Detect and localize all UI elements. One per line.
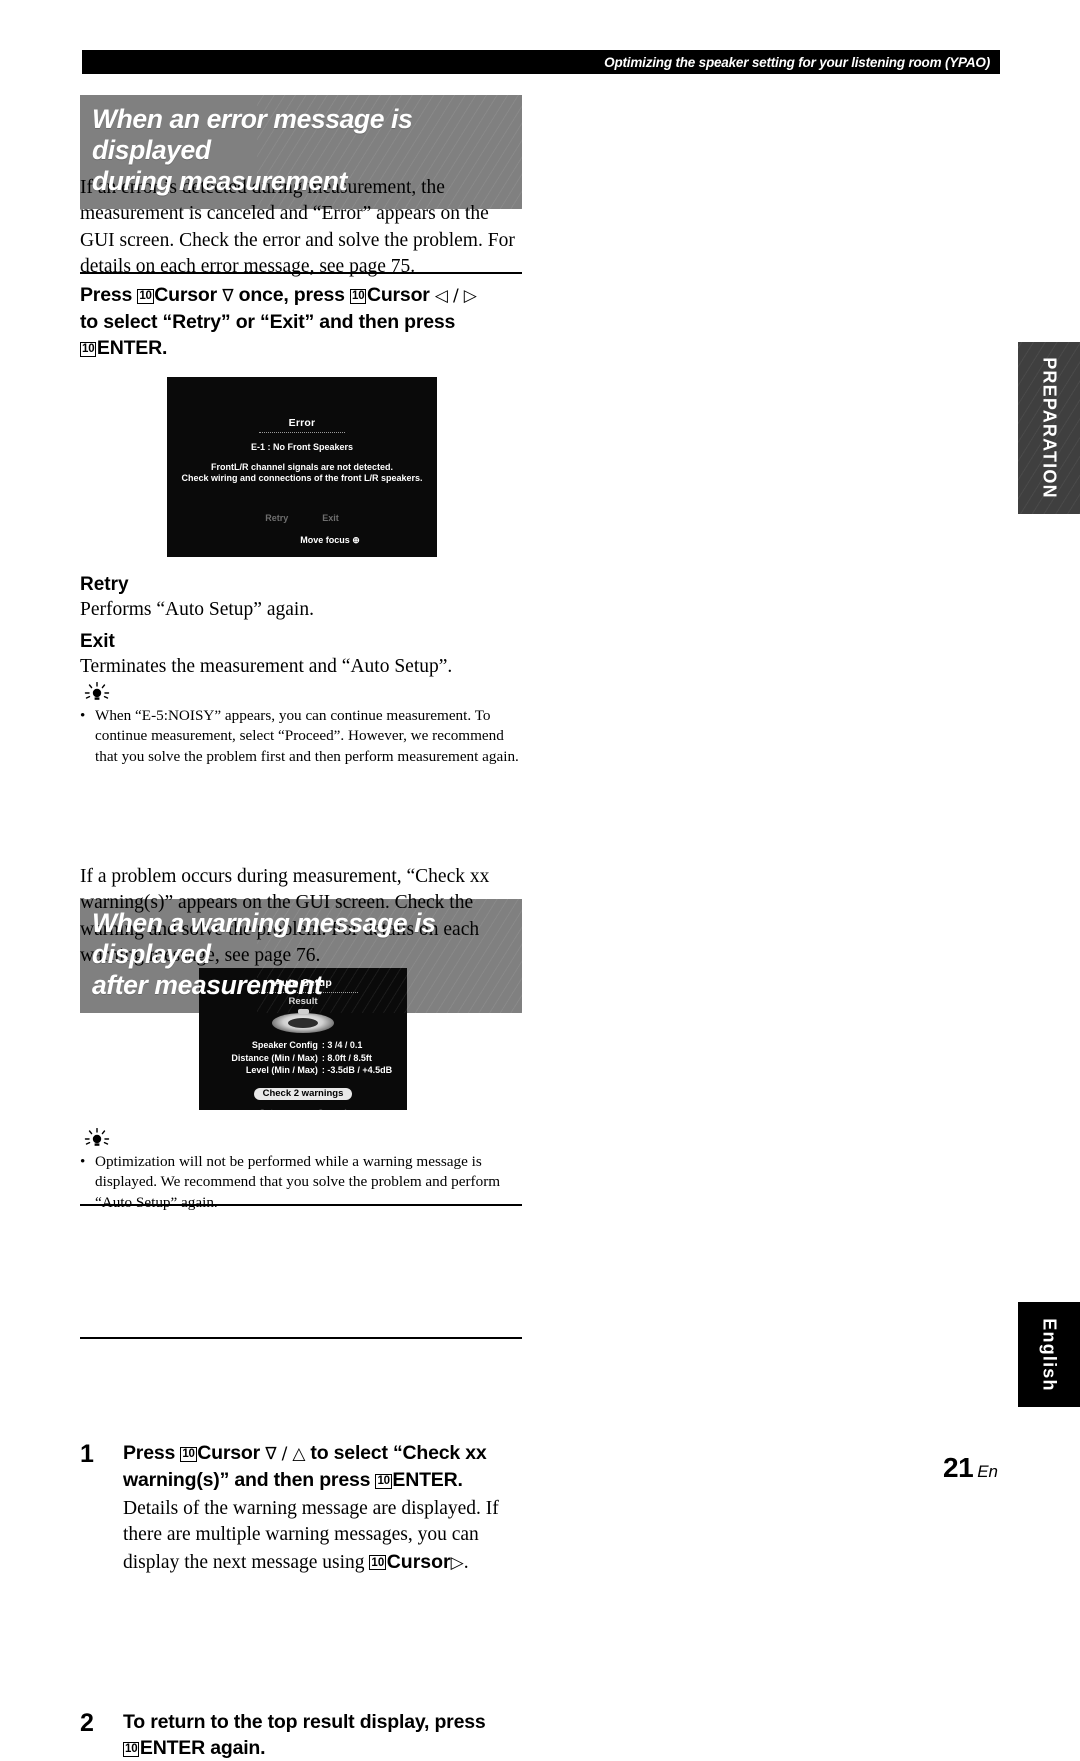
speaker-top-shape <box>298 1009 309 1014</box>
step-1-number: 1 <box>80 1440 94 1468</box>
speaker-inner-shape <box>288 1018 318 1028</box>
table-row: Speaker Config: 3 /4 / 0.1 <box>214 1039 392 1052</box>
table-row: Distance (Min / Max): 8.0ft / 8.5ft <box>214 1052 392 1065</box>
section1-instruction: Press 10 Cursor ∇ once, press 10 Cursor ◁ … <box>80 282 522 361</box>
instruction-text-select: to select “Retry” or “Exit” and then pre… <box>80 311 456 333</box>
row-label: Level (Min / Max) <box>245 1065 318 1075</box>
step-1-description: Details of the warning message are displ… <box>123 1493 522 1576</box>
page-footer: 21 En <box>943 1452 998 1484</box>
row-label: Speaker Config <box>251 1040 318 1050</box>
enter-key-label: ENTER <box>392 1469 458 1491</box>
step-2-instruction: To return to the top result display, pre… <box>123 1709 522 1761</box>
gui-option-retry[interactable]: Retry <box>265 513 288 523</box>
slash-separator: / <box>447 286 464 306</box>
divider-rule-3 <box>80 1337 522 1339</box>
section1-banner-line2: during measurement <box>92 166 347 196</box>
enter-key-label: ENTER <box>139 1737 205 1760</box>
running-header-bar: Optimizing the speaker setting for your … <box>82 50 1000 74</box>
key-badge-10: 10 <box>375 1473 392 1489</box>
step-1-instruction: Press 10 Cursor ∇ / △ to select “Check xx… <box>123 1440 522 1493</box>
row-value: : -3.5dB / +4.5dB <box>321 1065 393 1075</box>
gui-screenshot-error: Error E-1 : No Front Speakers FrontL/R c… <box>167 377 437 557</box>
cursor-key-label: Cursor <box>386 1550 451 1573</box>
cursor-left-icon: ◁ <box>434 286 448 306</box>
gui-option-cancel[interactable]: Cancel <box>317 1108 347 1110</box>
divider-rule-2 <box>80 1204 522 1206</box>
key-badge-10: 10 <box>180 1446 197 1462</box>
step2-text-return: To return to the top result display, pre… <box>123 1711 486 1734</box>
step-2: 2 To return to the top result display, p… <box>80 1709 522 1761</box>
step-2-number: 2 <box>80 1709 94 1738</box>
key-badge-10: 10 <box>123 1741 140 1757</box>
instruction-text-press: Press <box>80 284 138 306</box>
side-tab-preparation-label: PREPARATION <box>1039 357 1060 499</box>
gui-title-underline <box>259 432 345 433</box>
section2-banner-line1: When a warning message is displayed <box>92 908 436 969</box>
page-number: 21 <box>943 1452 974 1483</box>
gui-error-title: Error <box>288 417 316 429</box>
retry-heading: Retry <box>80 574 129 595</box>
cursor-key-label: Cursor <box>366 284 430 306</box>
gui-error-code: E-1 : No Front Speakers <box>250 442 354 452</box>
row-value: : 8.0ft / 8.5ft <box>321 1052 372 1063</box>
step1-desc-period: . <box>463 1551 469 1573</box>
enter-key-label: ENTER <box>96 337 162 359</box>
cursor-down-icon: ∇ <box>222 286 234 306</box>
cursor-key-label: Cursor <box>197 1442 260 1464</box>
page-language-mark: En <box>977 1462 998 1481</box>
bullet-marker: • <box>80 707 86 724</box>
gui-error-detail-1: FrontL/R channel signals are not detecte… <box>210 461 394 472</box>
exit-description: Terminates the measurement and “Auto Set… <box>80 656 453 677</box>
tip-note-2: • Optimization will not be performed whi… <box>80 1127 522 1213</box>
exit-heading: Exit <box>80 631 115 652</box>
instruction-text-once: once, press <box>233 284 351 306</box>
speaker-layout-diagram-icon <box>272 1009 334 1033</box>
section1-banner-line1: When an error message is displayed <box>92 104 413 165</box>
running-header-title: Optimizing the speaker setting for your … <box>604 54 990 70</box>
section-banner-error: When an error message is displayed durin… <box>80 95 522 209</box>
key-badge-10: 10 <box>369 1555 387 1571</box>
tip-bulb-icon <box>80 681 114 704</box>
cursor-right-icon: ▷ <box>463 286 477 306</box>
cursor-right-icon: ▷ <box>450 1552 464 1573</box>
tip-note-1-item: • When “E-5:NOISY” appears, you can cont… <box>80 704 522 767</box>
gui-result-table: Speaker Config: 3 /4 / 0.1 Distance (Min… <box>214 1039 392 1077</box>
table-row: Level (Min / Max): -3.5dB / +4.5dB <box>214 1064 392 1077</box>
step1-text-press: Press <box>123 1442 181 1464</box>
gui-option-set[interactable]: Set <box>259 1108 273 1110</box>
gui-option-exit[interactable]: Exit <box>322 513 339 523</box>
key-badge-10: 10 <box>137 288 154 304</box>
step-1: 1 Press 10 Cursor ∇ / △ to select “Check … <box>80 1440 522 1576</box>
step1-text-select: to select “Check xx <box>305 1442 487 1464</box>
slash-separator: / <box>276 1444 293 1464</box>
key-badge-10: 10 <box>350 288 367 304</box>
cursor-key-label: Cursor <box>154 284 217 306</box>
gui-hint-move-focus: Move focus ⊕ <box>300 534 360 545</box>
side-tab-english-label: English <box>1039 1317 1060 1392</box>
side-tab-preparation[interactable]: PREPARATION <box>1018 342 1080 514</box>
section2-banner-line2: after measurement <box>92 970 323 1000</box>
gui-check-warnings-button[interactable]: Check 2 warnings <box>253 1087 353 1100</box>
bullet-marker: • <box>80 1153 86 1170</box>
tip-note-1: • When “E-5:NOISY” appears, you can cont… <box>80 681 522 767</box>
step2-text-again: again. <box>205 1737 266 1760</box>
step1-text-warnings: warning(s)” and then press <box>123 1469 376 1491</box>
divider-rule-1 <box>80 272 522 274</box>
gui-error-detail-2: Check wiring and connections of the fron… <box>181 473 423 483</box>
tip-bulb-icon <box>80 1127 114 1150</box>
side-tab-english[interactable]: English <box>1018 1302 1080 1407</box>
retry-description: Performs “Auto Setup” again. <box>80 599 314 620</box>
tip-note-1-text: When “E-5:NOISY” appears, you can contin… <box>95 707 519 765</box>
key-badge-10: 10 <box>80 341 97 357</box>
cursor-up-icon: △ <box>292 1444 306 1464</box>
row-label: Distance (Min / Max) <box>231 1052 318 1063</box>
section-banner-warning: When a warning message is displayed afte… <box>80 899 522 1013</box>
row-value: : 3 /4 / 0.1 <box>321 1040 363 1050</box>
step1-period: . <box>457 1469 463 1491</box>
cursor-down-icon: ∇ <box>265 1444 277 1464</box>
instruction-period: . <box>162 337 168 359</box>
